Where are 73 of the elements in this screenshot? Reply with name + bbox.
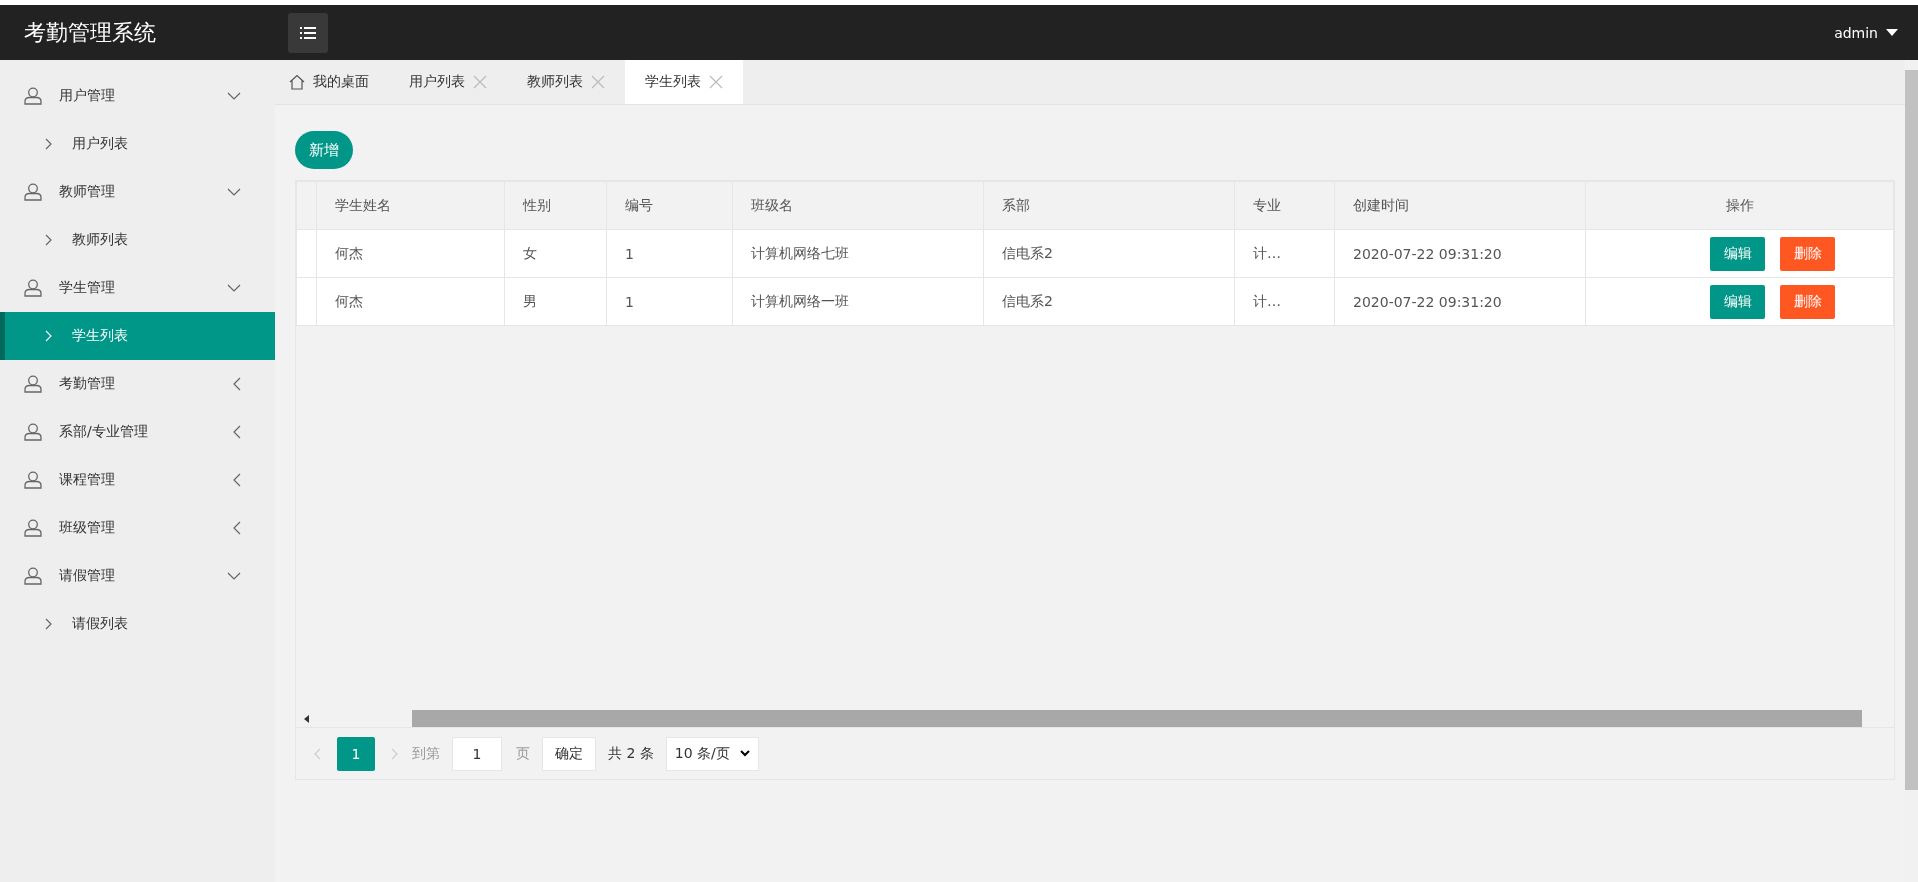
page-unit-label: 页 xyxy=(516,744,530,763)
tab[interactable]: 用户列表 xyxy=(389,60,507,104)
next-page-icon xyxy=(391,747,398,760)
chevron-down-icon xyxy=(739,750,750,757)
column-header: 性别 xyxy=(523,196,551,213)
user-icon xyxy=(24,471,42,489)
table-cell: 1 xyxy=(625,293,634,310)
caret-icon xyxy=(1886,29,1898,36)
nav-group-item[interactable]: 学生管理 xyxy=(0,264,275,312)
nav-group-item[interactable]: 班级管理 xyxy=(0,504,275,552)
table-cell: 计… xyxy=(1253,244,1281,261)
table-cell: 女 xyxy=(523,244,537,261)
page-size-select[interactable]: 10 条/页 xyxy=(665,736,759,771)
nav-group-item[interactable]: 用户管理 xyxy=(0,72,275,120)
goto-label: 到第 xyxy=(412,744,440,763)
add-button[interactable]: 新增 xyxy=(295,131,353,169)
table-cell: 1 xyxy=(625,245,634,262)
table-cell: 2020-07-22 09:31:20 xyxy=(1353,245,1502,262)
column-header: 创建时间 xyxy=(1353,196,1409,213)
user-icon xyxy=(24,375,42,393)
nav-subitem[interactable]: 学生列表 xyxy=(0,312,275,360)
user-menu[interactable]: admin xyxy=(1834,24,1898,41)
table-cell: 何杰 xyxy=(335,244,363,261)
chevron-right-icon xyxy=(45,618,52,630)
user-icon xyxy=(24,279,42,297)
table-cell: 信电系2 xyxy=(1002,292,1053,309)
edit-button[interactable]: 编辑 xyxy=(1710,284,1765,319)
table-cell: 男 xyxy=(523,292,537,309)
column-header: 系部 xyxy=(1002,196,1030,213)
nav-subitem[interactable]: 请假列表 xyxy=(0,600,275,648)
nav-group-item[interactable]: 请假管理 xyxy=(0,552,275,600)
menu-button[interactable] xyxy=(288,12,328,53)
chevron-right-icon xyxy=(45,234,52,246)
table-cell: 2020-07-22 09:31:20 xyxy=(1353,293,1502,310)
column-header: 学生姓名 xyxy=(335,196,391,213)
user-icon xyxy=(24,519,42,537)
nav-group-item[interactable]: 课程管理 xyxy=(0,456,275,504)
column-header: 专业 xyxy=(1253,196,1281,213)
close-icon xyxy=(591,75,605,89)
chevron-right-icon xyxy=(45,330,52,342)
tab[interactable]: 教师列表 xyxy=(507,60,625,104)
table-cell: 何杰 xyxy=(335,292,363,309)
table-cell: 计算机网络一班 xyxy=(751,292,849,309)
close-icon xyxy=(473,75,487,89)
chevron-right-icon xyxy=(45,138,52,150)
user-icon xyxy=(24,183,42,201)
menu-icon xyxy=(300,26,316,39)
table-cell: 计算机网络七班 xyxy=(751,244,849,261)
nav-group-item[interactable]: 教师管理 xyxy=(0,168,275,216)
confirm-button[interactable]: 确定 xyxy=(542,736,596,771)
app-title: 考勤管理系统 xyxy=(24,18,157,47)
close-icon xyxy=(709,75,723,89)
tab[interactable]: 我的桌面 xyxy=(289,60,389,104)
user-icon xyxy=(24,87,42,105)
nav-subitem[interactable]: 教师列表 xyxy=(0,216,275,264)
total-count: 共 2 条 xyxy=(608,744,654,763)
nav-group-item[interactable]: 系部/专业管理 xyxy=(0,408,275,456)
user-icon xyxy=(24,423,42,441)
table-cell: 计… xyxy=(1253,292,1281,309)
scroll-left-arrow-icon[interactable] xyxy=(302,713,310,724)
previous-page-icon xyxy=(314,747,321,760)
home-icon xyxy=(289,74,305,90)
page-button[interactable]: 1 xyxy=(337,736,375,771)
column-header: 编号 xyxy=(625,196,653,213)
column-header: 操作 xyxy=(1725,196,1754,213)
table-cell: 信电系2 xyxy=(1002,244,1053,261)
page-input[interactable]: 1 xyxy=(452,736,502,771)
edit-button[interactable]: 编辑 xyxy=(1710,236,1765,271)
nav-group-item[interactable]: 考勤管理 xyxy=(0,360,275,408)
column-header: 班级名 xyxy=(751,196,793,213)
user-icon xyxy=(24,567,42,585)
nav-subitem[interactable]: 用户列表 xyxy=(0,120,275,168)
tab[interactable]: 学生列表 xyxy=(625,60,743,104)
